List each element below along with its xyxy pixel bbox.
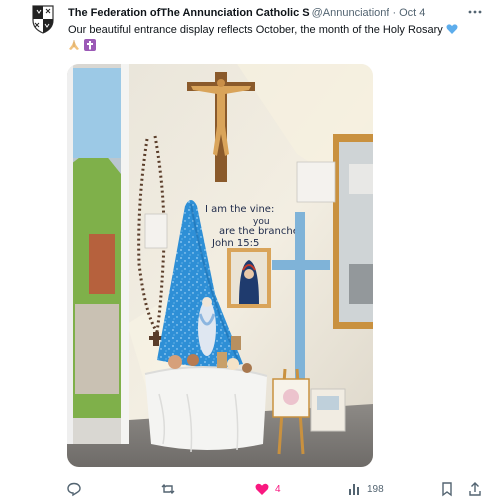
separator-dot: · <box>392 7 397 19</box>
retweet-button[interactable] <box>160 480 181 498</box>
author-handle[interactable]: @Annunciationf <box>312 7 390 19</box>
like-button[interactable]: 4 <box>254 480 281 498</box>
school-crest-avatar[interactable] <box>30 4 56 34</box>
author-name[interactable]: The Federation ofThe Annunciation Cathol… <box>68 7 310 19</box>
photo-banner-line-1: I am the vine: <box>205 204 274 215</box>
tweet-header: The Federation ofThe Annunciation Cathol… <box>68 5 486 21</box>
retweet-icon <box>160 481 176 497</box>
more-options-icon[interactable] <box>464 3 486 21</box>
views-chart-icon <box>348 481 362 497</box>
heart-icon <box>254 481 270 497</box>
tweet-photo[interactable]: I am the vine: you are the branches John… <box>67 64 373 467</box>
bookmark-icon <box>440 481 454 497</box>
blue-heart-emoji <box>446 23 458 35</box>
praying-hands-emoji <box>68 39 80 51</box>
views-button[interactable]: 198 <box>348 480 384 498</box>
tweet-text-content: Our beautiful entrance display reflects … <box>68 24 443 36</box>
post-date[interactable]: Oct 4 <box>399 7 425 19</box>
reply-button[interactable] <box>66 480 87 498</box>
tweet[interactable]: The Federation ofThe Annunciation Cathol… <box>0 0 500 500</box>
latin-cross-emoji <box>84 39 97 51</box>
views-count: 198 <box>367 483 384 495</box>
action-bar: 4 198 <box>66 480 486 498</box>
reply-icon <box>66 481 82 497</box>
share-icon <box>468 481 482 497</box>
like-count: 4 <box>275 483 281 495</box>
tweet-text: Our beautiful entrance display reflects … <box>68 22 468 54</box>
share-button[interactable] <box>468 480 482 498</box>
photo-banner-line-3: are the branches <box>219 226 304 237</box>
bookmark-button[interactable] <box>440 480 454 498</box>
photo-banner-line-4: John 15:5 <box>211 238 259 249</box>
